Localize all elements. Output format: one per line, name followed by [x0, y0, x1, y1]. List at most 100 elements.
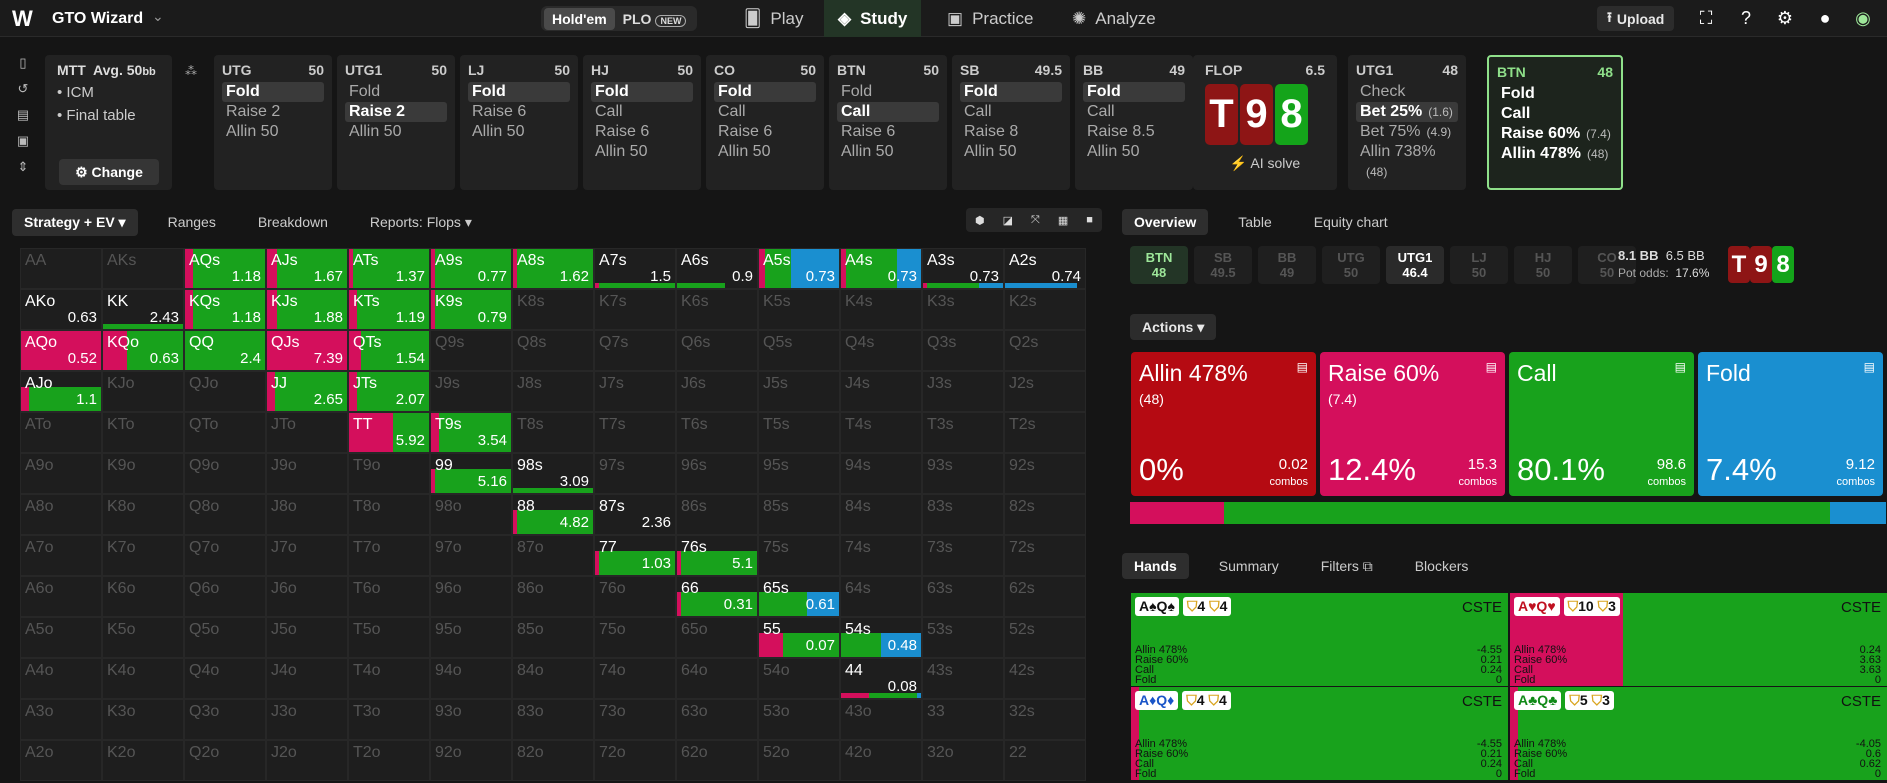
range-cell[interactable]: K9s 0.79 — [430, 289, 512, 330]
tab-strategy-ev[interactable]: Strategy + EV ▾ — [12, 208, 138, 236]
range-cell[interactable]: J9o — [266, 453, 348, 494]
range-cell[interactable]: 63o — [676, 699, 758, 740]
range-cell[interactable]: K6s — [676, 289, 758, 330]
share-icon[interactable]: ⁂ — [185, 64, 197, 78]
position-utg1[interactable]: UTG1 50 Fold Raise 2 Allin 50 — [337, 55, 455, 190]
range-cell[interactable]: 33 — [922, 699, 1004, 740]
range-cell[interactable]: A7s 1.5 — [594, 248, 676, 289]
range-cell[interactable]: 93o — [430, 699, 512, 740]
action-option[interactable]: Allin 478% (48) — [1497, 144, 1613, 164]
range-cell[interactable]: 76s 5.1 — [676, 535, 758, 576]
range-cell[interactable]: A7o — [20, 535, 102, 576]
action-option[interactable]: Allin 50 — [1083, 142, 1185, 162]
range-cell[interactable]: T7o — [348, 535, 430, 576]
range-cell[interactable]: 32s — [1004, 699, 1086, 740]
action-option[interactable]: Raise 2 — [222, 102, 324, 122]
position-btn[interactable]: BTN 50 Fold Call Raise 6 Allin 50 — [829, 55, 947, 190]
range-cell[interactable]: 42s — [1004, 658, 1086, 699]
range-cell[interactable]: KTs 1.19 — [348, 289, 430, 330]
action-option[interactable]: Fold — [468, 82, 570, 102]
range-cell[interactable]: Q6o — [184, 576, 266, 617]
action-option[interactable]: Fold — [714, 82, 816, 102]
range-cell[interactable]: 65o — [676, 617, 758, 658]
range-cell[interactable]: 73s — [922, 535, 1004, 576]
range-cell[interactable]: K2o — [102, 740, 184, 781]
gear-icon[interactable]: ⚙ — [1774, 7, 1796, 29]
range-cell[interactable]: Q5o — [184, 617, 266, 658]
contrast-icon[interactable]: ◪ — [1003, 214, 1013, 227]
range-cell[interactable]: ATs 1.37 — [348, 248, 430, 289]
range-cell[interactable]: 76o — [594, 576, 676, 617]
range-cell[interactable]: 92o — [430, 740, 512, 781]
range-cell[interactable]: 22 — [1004, 740, 1086, 781]
range-cell[interactable]: T2s — [1004, 412, 1086, 453]
position-chip[interactable]: BTN 48 — [1130, 246, 1188, 284]
range-cell[interactable]: KK 2.43 — [102, 289, 184, 330]
range-cell[interactable]: 97s — [594, 453, 676, 494]
position-sb[interactable]: SB 49.5 Fold Call Raise 8 Allin 50 — [952, 55, 1070, 190]
range-cell[interactable]: AA — [20, 248, 102, 289]
range-cell[interactable]: K5o — [102, 617, 184, 658]
actions-dropdown[interactable]: Actions ▾ — [1130, 314, 1217, 340]
position-chip[interactable]: BB 49 — [1258, 246, 1316, 284]
hand-combo-cell[interactable]: A♦Q♦ ⛉4 ⛉4 CSTE Allin 478% -4.55 Raise 60% 0.2… — [1131, 687, 1508, 780]
range-cell[interactable]: 72o — [594, 740, 676, 781]
tab-breakdown[interactable]: Breakdown — [246, 209, 340, 235]
hand-combo-cell[interactable]: A♣Q♣ ⛉5 ⛉3 CSTE Allin 478% -4.05 Raise 60% 0.6… — [1510, 687, 1887, 780]
flop-box[interactable]: FLOP 6.5 T98 ⚡ AI solve — [1193, 55, 1337, 190]
tab-blockers[interactable]: Blockers — [1403, 553, 1481, 579]
hand-combo-cell[interactable]: A♥Q♥ ⛉10 ⛉3 CSTE Allin 478% 0.24 Raise 60% 3.6… — [1510, 593, 1887, 686]
action-option[interactable]: Call — [837, 102, 939, 122]
range-cell[interactable]: 94s — [840, 453, 922, 494]
range-cell[interactable]: 52s — [1004, 617, 1086, 658]
range-cell[interactable]: 63s — [922, 576, 1004, 617]
range-cell[interactable]: 65s 0.61 — [758, 576, 840, 617]
save-icon[interactable]: ▤ — [8, 107, 38, 133]
range-cell[interactable]: K9o — [102, 453, 184, 494]
change-button[interactable]: ⚙ Change — [59, 159, 159, 185]
nav-play[interactable]: 🂠 Play — [730, 0, 817, 37]
position-chip[interactable]: UTG 50 — [1322, 246, 1380, 284]
range-cell[interactable]: QTs 1.54 — [348, 330, 430, 371]
range-cell[interactable]: K8s — [512, 289, 594, 330]
range-cell[interactable]: K7s — [594, 289, 676, 330]
gametype-plo[interactable]: PLO NEW — [615, 8, 695, 30]
action-option[interactable]: Allin 50 — [591, 142, 693, 162]
avatar[interactable]: ◉ — [1852, 7, 1874, 29]
position-co[interactable]: CO 50 Fold Call Raise 6 Allin 50 — [706, 55, 824, 190]
action-option[interactable]: Fold — [345, 82, 447, 102]
range-cell[interactable]: 53s — [922, 617, 1004, 658]
range-cell[interactable]: Q2s — [1004, 330, 1086, 371]
range-cell[interactable]: 54s 0.48 — [840, 617, 922, 658]
range-cell[interactable]: 74s — [840, 535, 922, 576]
range-cell[interactable]: 94o — [430, 658, 512, 699]
compress-icon[interactable]: ⤧ — [1031, 214, 1040, 227]
range-cell[interactable]: 44 0.08 — [840, 658, 922, 699]
position-lj[interactable]: LJ 50 Fold Raise 6 Allin 50 — [460, 55, 578, 190]
range-cell[interactable]: 96s — [676, 453, 758, 494]
range-cell[interactable]: J7s — [594, 371, 676, 412]
range-cell[interactable]: A4o — [20, 658, 102, 699]
range-cell[interactable]: AJo 1.1 — [20, 371, 102, 412]
range-cell[interactable]: J3o — [266, 699, 348, 740]
range-cell[interactable]: KTo — [102, 412, 184, 453]
action-option[interactable]: Raise 6 — [714, 122, 816, 142]
app-name[interactable]: GTO Wizard — [52, 10, 143, 28]
range-cell[interactable]: J4s — [840, 371, 922, 412]
range-cell[interactable]: Q8o — [184, 494, 266, 535]
range-cell[interactable]: 53o — [758, 699, 840, 740]
range-cell[interactable]: 62s — [1004, 576, 1086, 617]
range-cell[interactable]: 96o — [430, 576, 512, 617]
range-cell[interactable]: 85s — [758, 494, 840, 535]
range-cell[interactable]: 83s — [922, 494, 1004, 535]
range-cell[interactable]: JJ 2.65 — [266, 371, 348, 412]
range-cell[interactable]: Q9o — [184, 453, 266, 494]
range-cell[interactable]: 82o — [512, 740, 594, 781]
action-option[interactable]: Allin 50 — [714, 142, 816, 162]
tab-reports[interactable]: Reports: Flops ▾ — [358, 209, 484, 236]
range-cell[interactable]: QJo — [184, 371, 266, 412]
action-option[interactable]: Call — [714, 102, 816, 122]
position-bb[interactable]: BB 49 Fold Call Raise 8.5 Allin 50 — [1075, 55, 1193, 190]
range-cell[interactable]: J6o — [266, 576, 348, 617]
range-cell[interactable]: Q2o — [184, 740, 266, 781]
